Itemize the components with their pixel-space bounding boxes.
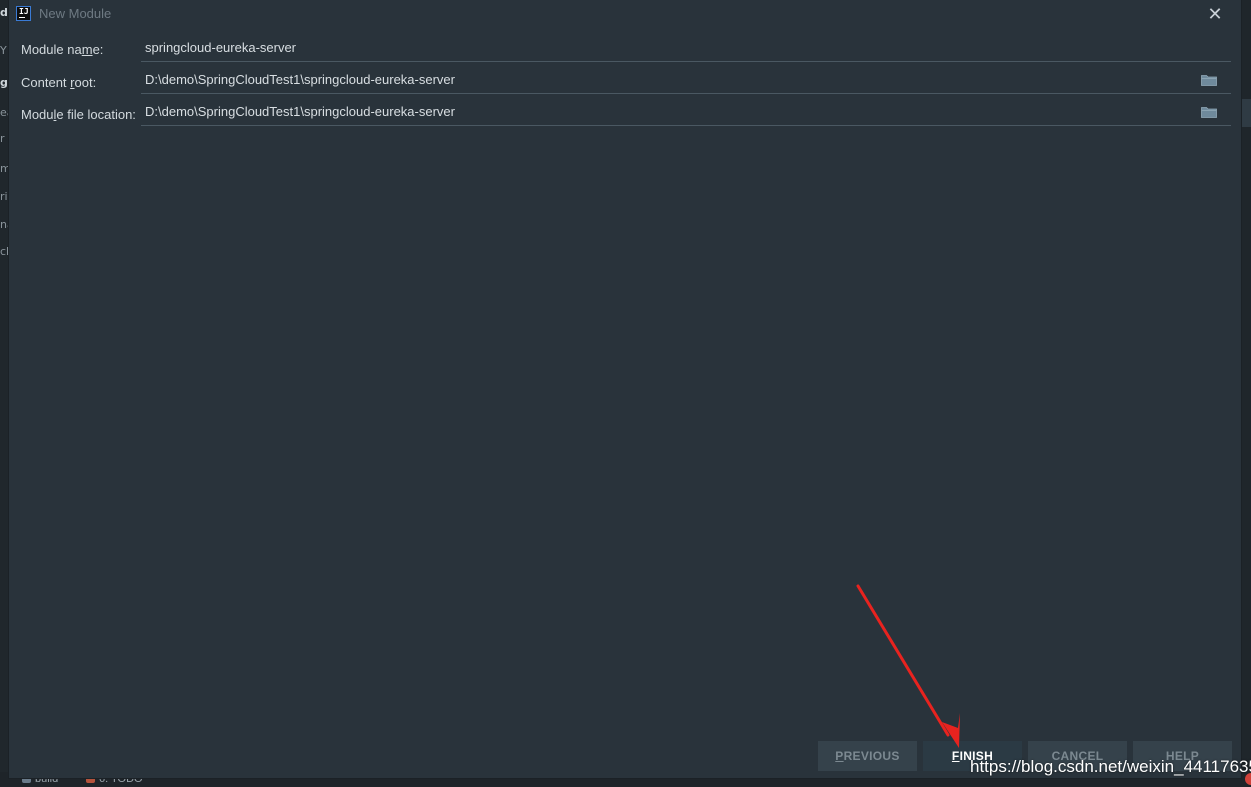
bg-fragment: m <box>0 162 8 175</box>
close-icon[interactable]: ✕ <box>1205 4 1225 24</box>
bg-fragment: Y <box>0 44 7 57</box>
intellij-app-icon: IJ <box>16 6 31 21</box>
background-selection <box>1242 99 1251 127</box>
module-file-location-row: Module file location: <box>9 98 1231 128</box>
watermark-text: https://blog.csdn.net/weixin_44117635 <box>970 757 1251 776</box>
bg-fragment: na <box>0 218 8 231</box>
bg-fragment: g <box>0 76 8 89</box>
bg-fragment: ea <box>0 106 8 119</box>
dialog-title: New Module <box>39 6 112 21</box>
folder-icon[interactable] <box>1201 106 1217 118</box>
background-right-strip <box>1242 0 1251 787</box>
folder-icon[interactable] <box>1201 74 1217 86</box>
bg-fragment: r <box>0 132 5 145</box>
background-editor-strip: d Y g ea r m ri na ch <box>0 0 8 787</box>
module-name-label: Module name: <box>21 42 104 57</box>
previous-button[interactable]: PREVIOUS <box>818 741 917 771</box>
content-root-row: Content root: <box>9 66 1231 96</box>
module-name-input[interactable] <box>141 34 1231 62</box>
dialog-titlebar: IJ New Module ✕ <box>9 0 1241 28</box>
module-file-location-input[interactable] <box>141 98 1231 126</box>
bg-fragment: ch <box>0 245 8 258</box>
bg-fragment: ri <box>0 190 8 203</box>
content-root-input[interactable] <box>141 66 1231 94</box>
new-module-dialog: IJ New Module ✕ Module name: Content roo… <box>8 0 1242 779</box>
content-root-label: Content root: <box>21 75 97 90</box>
module-file-location-label: Module file location: <box>21 107 136 122</box>
module-name-row: Module name: <box>9 34 1231 64</box>
bg-fragment: d <box>0 6 8 19</box>
